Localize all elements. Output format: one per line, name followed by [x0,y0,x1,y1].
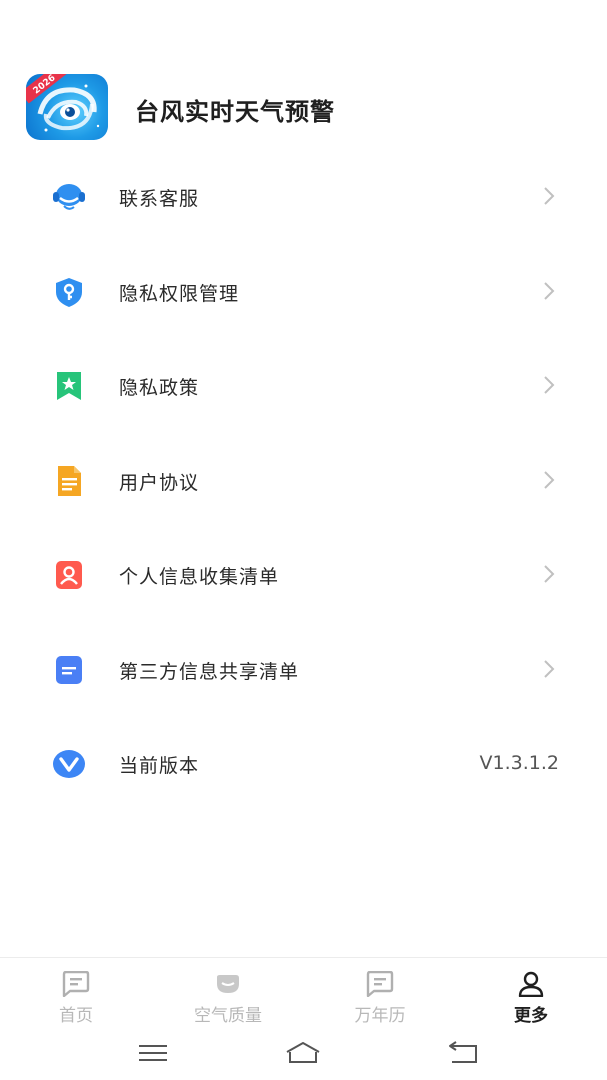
document-icon [58,465,81,496]
tab-label: 更多 [514,1006,548,1026]
settings-menu: 联系客服 隐私权限管理 隐私政策 用户协议 个人信息收集清单 第三方信息共享清单… [0,149,607,811]
menu-item-personal-info-list[interactable]: 个人信息收集清单 [0,527,607,622]
menu-label: 联系客服 [119,188,200,210]
version-v-icon [53,750,85,778]
menu-item-current-version[interactable]: 当前版本 V1.3.1.2 [0,716,607,811]
tab-label: 万年历 [354,1006,406,1026]
menu-label: 隐私权限管理 [119,282,240,305]
tab-home[interactable]: 首页 [0,958,152,1028]
tab-calendar[interactable]: 万年历 [304,958,456,1028]
tab-air-quality[interactable]: 空气质量 [152,958,304,1028]
menu-label: 第三方信息共享清单 [119,660,300,683]
app-logo-icon: 2026 [26,74,108,140]
bottom-tab-bar: 首页 空气质量 万年历 更多 [0,957,607,1028]
chevron-right-icon [544,187,555,205]
chevron-right-icon [544,376,555,394]
air-quality-icon [217,975,239,993]
menu-label: 隐私政策 [119,377,200,399]
list-card-icon [56,655,82,684]
back-icon[interactable] [443,1038,483,1068]
headset-icon [53,184,85,210]
version-number: V1.3.1.2 [479,752,559,774]
chevron-right-icon [544,565,555,583]
menu-item-contact-service[interactable]: 联系客服 [0,149,607,244]
user-icon [518,971,544,997]
app-header: 2026 台风实时天气预警 [0,74,607,142]
menu-label: 用户协议 [119,471,200,494]
menu-item-third-party-sharing-list[interactable]: 第三方信息共享清单 [0,622,607,717]
menu-icon[interactable] [133,1038,173,1068]
shield-key-icon [56,277,82,307]
chevron-right-icon [544,281,555,300]
chevron-right-icon [544,470,555,489]
system-navigation-bar [0,1028,607,1080]
menu-item-user-agreement[interactable]: 用户协议 [0,433,607,528]
menu-item-privacy-policy[interactable]: 隐私政策 [0,338,607,433]
home-icon[interactable] [283,1038,323,1068]
menu-label: 当前版本 [119,755,200,777]
menu-label: 个人信息收集清单 [119,566,280,588]
menu-item-privacy-permission[interactable]: 隐私权限管理 [0,244,607,339]
tab-label: 首页 [59,1006,93,1026]
bookmark-star-icon [57,372,81,400]
person-card-icon [56,561,82,589]
chevron-right-icon [544,659,555,678]
tab-label: 空气质量 [194,1006,262,1026]
app-title: 台风实时天气预警 [135,98,335,126]
tab-more[interactable]: 更多 [455,958,607,1028]
home-chat-icon [62,971,90,997]
calendar-chat-icon [366,971,394,997]
